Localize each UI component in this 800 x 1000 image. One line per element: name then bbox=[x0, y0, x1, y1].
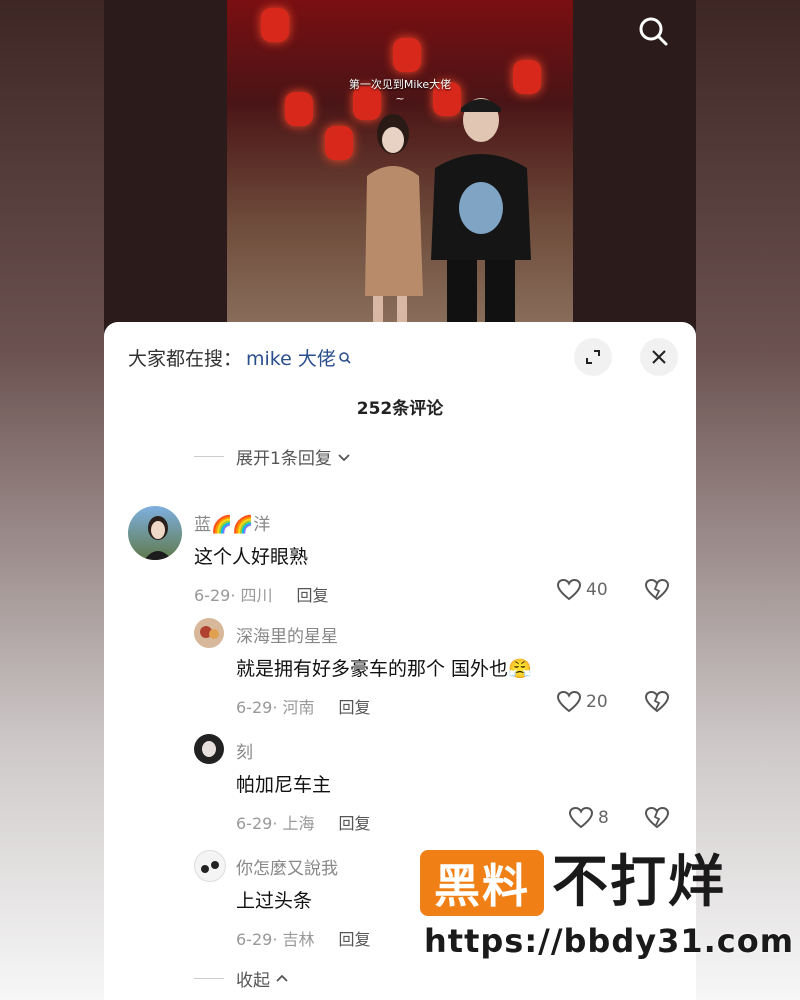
reply-button[interactable]: 回复 bbox=[339, 694, 371, 718]
watermark: 黑料 不打烊 https://bbdy31.com bbox=[420, 850, 793, 960]
heart-icon bbox=[556, 690, 582, 713]
background-left bbox=[0, 0, 104, 1000]
dislike-button[interactable] bbox=[644, 806, 670, 834]
heart-icon bbox=[556, 578, 582, 601]
comment-text: 上过头条 bbox=[236, 890, 313, 912]
comment-author[interactable]: 刻 bbox=[236, 738, 253, 763]
reply-button[interactable]: 回复 bbox=[339, 926, 371, 950]
hot-search-prefix: 大家都在搜： bbox=[128, 348, 243, 370]
reply-button[interactable]: 回复 bbox=[297, 582, 329, 606]
search-button[interactable] bbox=[634, 12, 674, 52]
chevron-up-icon bbox=[276, 974, 288, 982]
avatar[interactable] bbox=[128, 506, 182, 560]
like-button[interactable]: 20 bbox=[556, 690, 608, 714]
like-count: 20 bbox=[586, 692, 608, 712]
search-icon bbox=[639, 17, 668, 46]
small-search-icon bbox=[339, 351, 351, 364]
dislike-button[interactable] bbox=[644, 578, 670, 606]
comment-text: 这个人好眼熟 bbox=[194, 546, 309, 568]
expand-icon bbox=[586, 350, 600, 364]
comment-count: 252条评论 bbox=[356, 399, 444, 419]
avatar[interactable] bbox=[194, 618, 224, 648]
comment-text: 就是拥有好多豪车的那个 国外也😤 bbox=[236, 658, 532, 680]
watermark-url: https://bbdy31.com bbox=[424, 922, 795, 960]
like-button[interactable]: 8 bbox=[568, 806, 609, 830]
divider bbox=[194, 978, 224, 979]
comment-date-location: 6-29· 吉林 bbox=[236, 930, 315, 949]
dislike-button[interactable] bbox=[644, 690, 670, 718]
divider bbox=[194, 456, 224, 457]
watermark-badge: 黑料 bbox=[420, 850, 544, 916]
collapse-label: 收起 bbox=[236, 971, 270, 991]
avatar[interactable] bbox=[194, 850, 226, 882]
reply-button[interactable]: 回复 bbox=[339, 810, 371, 834]
expand-replies-label: 展开1条回复 bbox=[236, 449, 332, 469]
video-player[interactable]: 第一次见到Mike大佬 ~ bbox=[104, 0, 696, 340]
comment-date-location: 6-29· 上海 bbox=[236, 814, 315, 833]
close-icon bbox=[652, 350, 666, 364]
expand-replies-button[interactable]: 展开1条回复 bbox=[194, 444, 352, 469]
video-frame: 第一次见到Mike大佬 ~ bbox=[227, 0, 573, 340]
hot-search-keyword[interactable]: mike 大佬 bbox=[246, 344, 336, 371]
close-button[interactable] bbox=[640, 338, 678, 376]
hot-search-row[interactable]: 大家都在搜： mike 大佬 bbox=[128, 344, 352, 371]
comment-date-location: 6-29· 四川 bbox=[194, 586, 273, 605]
watermark-text: 不打烊 bbox=[552, 850, 726, 915]
person-woman bbox=[365, 114, 423, 326]
comment-date-location: 6-29· 河南 bbox=[236, 698, 315, 717]
broken-heart-icon bbox=[644, 806, 670, 829]
comment-author[interactable]: 蓝🌈🌈洋 bbox=[194, 510, 270, 535]
collapse-replies-button[interactable]: 收起 bbox=[194, 966, 290, 991]
expand-button[interactable] bbox=[574, 338, 612, 376]
chevron-down-icon bbox=[338, 453, 350, 461]
like-count: 8 bbox=[598, 808, 609, 828]
comment-text: 帕加尼车主 bbox=[236, 774, 332, 796]
heart-icon bbox=[568, 806, 594, 829]
comment-author[interactable]: 深海里的星星 bbox=[236, 622, 338, 647]
broken-heart-icon bbox=[644, 578, 670, 601]
comment-author[interactable]: 你怎麼又說我 bbox=[236, 854, 338, 879]
avatar[interactable] bbox=[194, 734, 224, 764]
person-man bbox=[431, 98, 531, 340]
like-button[interactable]: 40 bbox=[556, 578, 608, 602]
broken-heart-icon bbox=[644, 690, 670, 713]
like-count: 40 bbox=[586, 580, 608, 600]
